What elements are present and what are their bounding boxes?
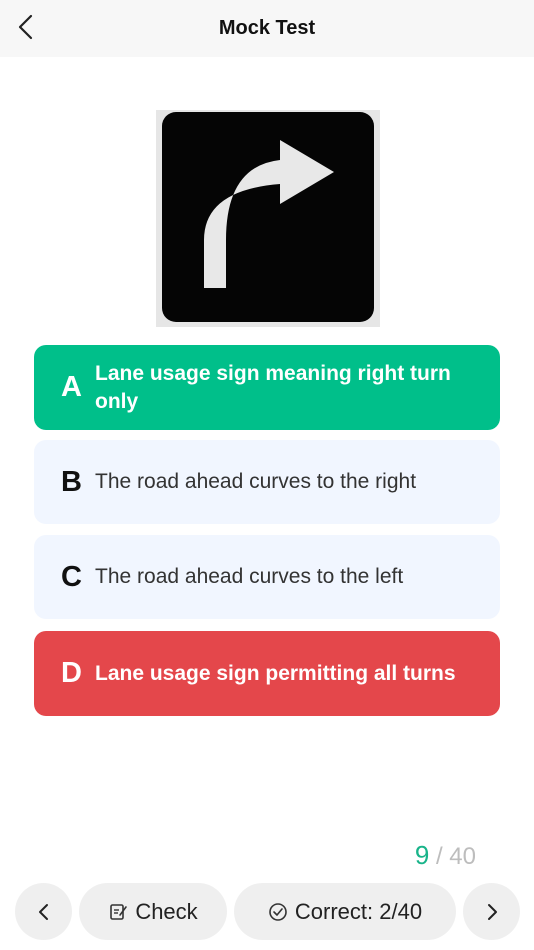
option-d[interactable]: D Lane usage sign permitting all turns [34,631,500,716]
option-text: The road ahead curves to the right [95,470,417,493]
option-text: The road ahead curves to the left [95,565,404,588]
option-letter: B [61,465,82,498]
option-text: Lane usage sign permitting all turns [95,661,456,685]
option-text: Lane usage sign meaning right turn only [95,361,451,413]
question-image [156,110,380,327]
option-letter: A [61,371,82,403]
next-question-button[interactable] [463,883,520,940]
chevron-left-icon [38,903,48,920]
correct-label: Correct: 2/40 [294,898,423,924]
check-label: Check [135,898,198,924]
option-a[interactable]: A Lane usage sign meaning right turn onl… [34,345,500,430]
correct-count-button[interactable]: Correct: 2/40 [234,883,456,940]
progress-separator: / [435,843,443,870]
edit-note-icon [108,902,128,922]
right-turn-sign-icon [162,112,374,322]
chevron-left-icon [18,14,33,40]
current-question-number: 9 [414,840,430,870]
back-button[interactable] [10,10,42,44]
option-letter: D [61,657,82,689]
check-circle-icon [268,902,288,922]
page-title: Mock Test [218,17,316,39]
header-bar: Mock Test [0,0,534,57]
check-button[interactable]: Check [79,883,227,940]
previous-question-button[interactable] [15,883,72,940]
total-questions: 40 [449,843,476,870]
chevron-right-icon [487,903,497,920]
option-c[interactable]: C The road ahead curves to the left [34,535,500,619]
mock-test-screen: Mock Test A Lane usage sign meaning righ… [0,0,534,950]
option-b[interactable]: B The road ahead curves to the right [34,440,500,524]
option-letter: C [61,560,82,593]
question-progress: 9 / 40 [415,840,476,871]
